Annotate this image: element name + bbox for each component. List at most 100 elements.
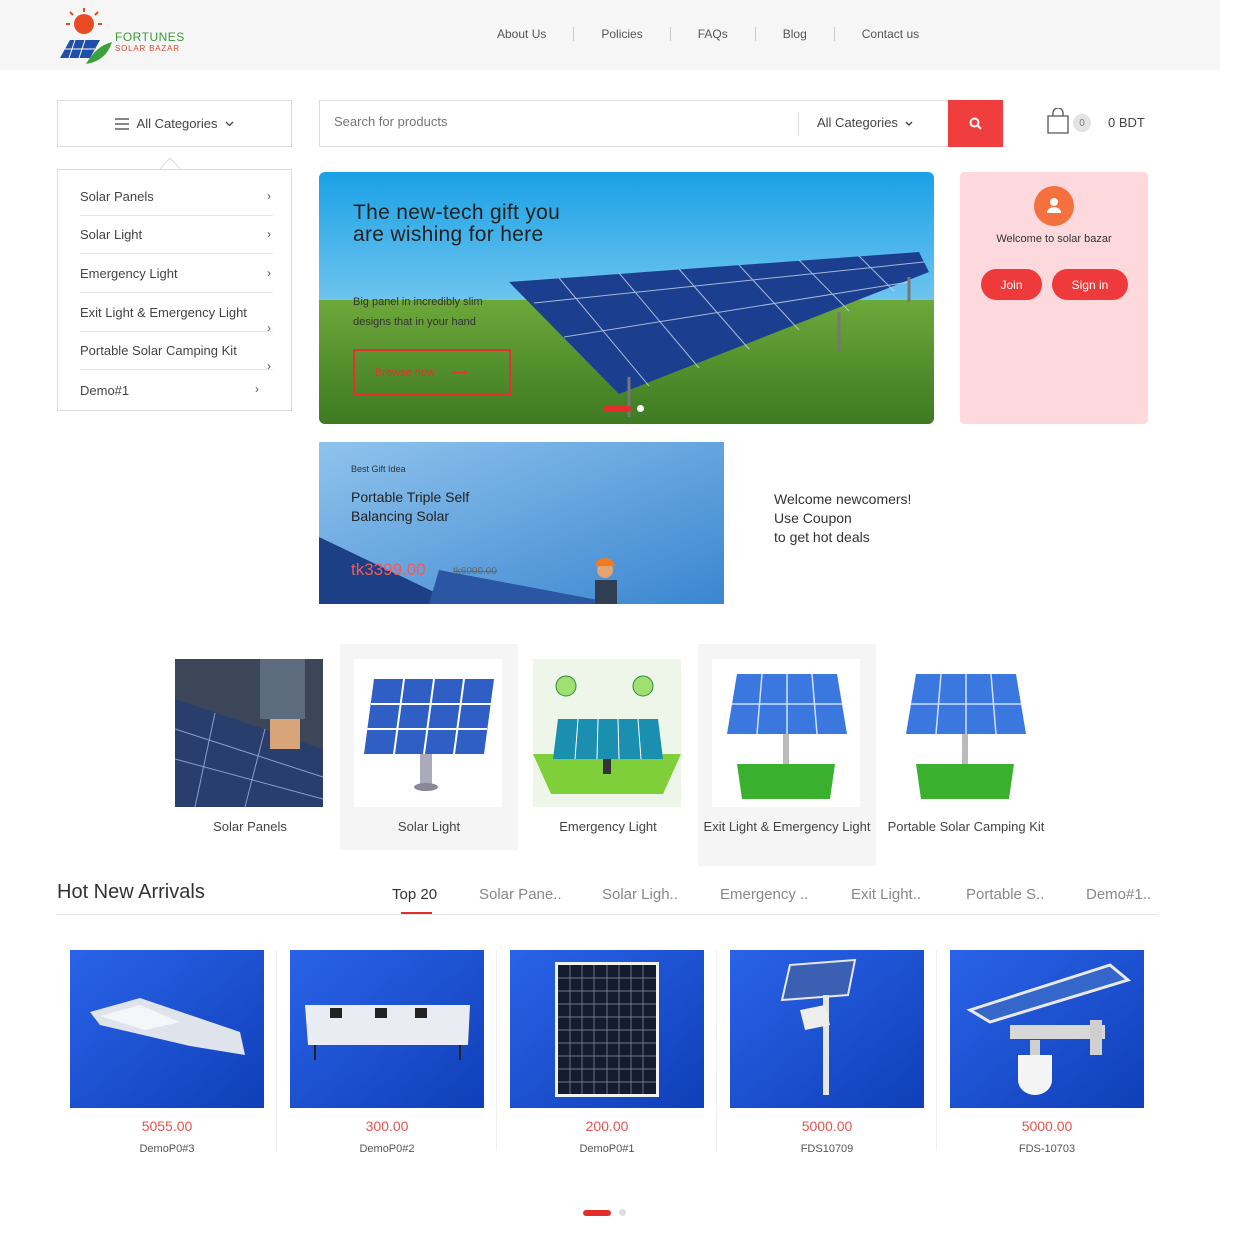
logo-text-primary: FORTUNES [115,30,185,44]
category-item-label: Exit Light & Emergency Light [80,305,247,320]
nav-policies[interactable]: Policies [601,27,642,41]
hero-banner[interactable]: The new-tech gift you are wishing for he… [319,172,934,424]
promo-tag: Best Gift Idea [351,464,406,474]
logo[interactable]: FORTUNES SOLAR BAZAR [56,6,186,66]
product-price: 5000.00 [801,1118,853,1134]
hero-slider-dots [603,405,644,412]
promo-banner[interactable]: Best Gift Idea Portable Triple Self Bala… [319,442,724,604]
hero-subtitle: Big panel in incredibly slim designs tha… [353,296,483,328]
shopping-bag-icon [1047,107,1069,134]
category-tile-exit-light[interactable]: Exit Light & Emergency Light [698,644,876,866]
category-tile-emergency-light[interactable]: Emergency Light [519,644,697,850]
coupon-line-1: Welcome newcomers! [774,491,912,507]
nav-faqs[interactable]: FAQs [698,27,728,41]
tab-top-20[interactable]: Top 20 [392,886,437,903]
product-name[interactable]: DemoP0#2 [290,1143,484,1155]
category-item-emergency-light[interactable]: Emergency Light › [80,255,273,293]
exit-light-image [712,659,860,807]
product-card[interactable]: 5000.00 FDS10709 [730,950,924,1160]
slider-dot[interactable] [637,405,644,412]
category-item-label: Solar Panels [80,189,154,204]
chevron-down-icon [905,121,913,126]
category-item-solar-light[interactable]: Solar Light › [80,216,273,254]
nav-divider [573,27,575,41]
chevron-right-icon: › [267,189,271,203]
welcome-message: Welcome to solar bazar [996,233,1112,245]
tab-demo1[interactable]: Demo#1.. [1086,886,1151,903]
solar-panels-image [175,659,323,807]
product-card[interactable]: 5055.00 DemoP0#3 [70,950,264,1160]
page: FORTUNES SOLAR BAZAR About Us Policies F… [0,0,1234,1234]
product-name[interactable]: FDS10709 [730,1143,924,1155]
category-item-label: Solar Light [80,227,143,242]
nav-divider [754,27,756,41]
product-image [290,950,484,1108]
all-categories-label: All Categories [136,116,218,131]
nav-blog[interactable]: Blog [783,27,807,41]
page-dot[interactable] [619,1209,626,1216]
arrow-right-icon: ⟶ [451,367,468,379]
nav-divider [833,27,835,41]
product-price: 200.00 [585,1118,629,1134]
slider-dot-active[interactable] [603,405,631,412]
sign-in-button[interactable]: Sign in [1052,269,1128,300]
category-tile-solar-panels[interactable]: Solar Panels [161,644,339,850]
products-pagination [583,1209,626,1216]
logo-sun-icon [60,8,112,64]
all-categories-button[interactable]: All Categories [57,100,292,147]
hero-browse-button[interactable]: Browse now ⟶ [353,349,511,395]
chevron-right-icon: › [267,227,271,241]
product-name[interactable]: DemoP0#1 [510,1143,704,1155]
nav-contact-us[interactable]: Contact us [862,27,919,41]
coupon-line-3: to get hot deals [774,529,870,545]
product-divider [716,950,717,1150]
category-item-demo1[interactable]: Demo#1 › [80,371,273,409]
tab-exit-light[interactable]: Exit Light.. [851,886,921,903]
product-name[interactable]: DemoP0#3 [70,1143,264,1155]
cart[interactable]: 0 0 BDT [1046,107,1156,138]
tab-portable[interactable]: Portable S.. [966,886,1044,903]
category-item-solar-panels[interactable]: Solar Panels › [80,178,273,216]
product-card[interactable]: 300.00 DemoP0#2 [290,950,484,1160]
camping-kit-image [891,659,1039,807]
emergency-light-image [533,659,681,807]
product-card[interactable]: 5000.00 FDS-10703 [950,950,1144,1160]
product-divider [276,950,277,1150]
category-item-label: Demo#1 [80,382,130,398]
search-category-select[interactable]: All Categories [817,115,913,130]
top-header: FORTUNES SOLAR BAZAR About Us Policies F… [0,0,1220,70]
tab-solar-light[interactable]: Solar Ligh.. [602,886,678,903]
search-icon [969,117,982,130]
cart-total: 0 BDT [1108,115,1145,130]
category-tile-solar-light[interactable]: Solar Light [340,644,518,850]
tab-solar-panels[interactable]: Solar Pane.. [479,886,562,903]
category-tile-camping-kit[interactable]: Portable Solar Camping Kit [877,644,1055,850]
hot-new-arrivals-title: Hot New Arrivals [57,881,205,903]
product-name[interactable]: FDS-10703 [950,1143,1144,1155]
nav-divider [669,27,671,41]
search-input[interactable] [334,114,774,129]
page-dot-active[interactable] [583,1209,611,1216]
logo-text-secondary: SOLAR BAZAR [115,44,180,53]
tab-emergency[interactable]: Emergency .. [720,886,808,903]
hamburger-icon [114,117,129,130]
welcome-panel: Welcome to solar bazar Join Sign in [960,172,1148,424]
category-tile-label: Portable Solar Camping Kit [887,819,1045,834]
category-tile-label: Exit Light & Emergency Light [703,819,871,834]
search-category-label: All Categories [817,115,898,130]
product-divider [936,950,937,1150]
product-price: 300.00 [365,1118,409,1134]
product-image [730,950,924,1108]
coupon-line-2: Use Coupon [774,510,852,526]
category-item-exit-light[interactable]: Exit Light & Emergency Light › [80,294,273,335]
category-item-label: Portable Solar Camping Kit [80,343,237,358]
search-button[interactable] [948,100,1003,147]
product-image [70,950,264,1108]
product-divider [496,950,497,1150]
nav-about-us[interactable]: About Us [497,27,546,41]
product-card[interactable]: 200.00 DemoP0#1 [510,950,704,1160]
join-button[interactable]: Join [981,269,1042,300]
hero-browse-label: Browse now [375,367,435,379]
category-item-camping-kit[interactable]: Portable Solar Camping Kit › [80,332,273,373]
hero-title: The new-tech gift you are wishing for he… [353,201,561,246]
